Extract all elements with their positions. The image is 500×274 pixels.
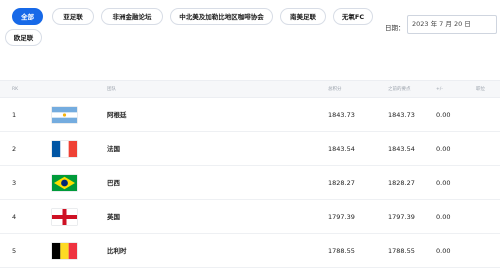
table-row[interactable]: 4 英国 1797.39 1797.39 0.00 <box>0 200 500 234</box>
tab-uefa[interactable]: 欧足联 <box>5 29 42 46</box>
points-cell: 1828.27 <box>328 179 355 187</box>
brazil-flag-icon <box>52 175 77 191</box>
team-name[interactable]: 比利时 <box>107 234 127 268</box>
belgium-flag-icon <box>52 243 77 259</box>
points-cell: 1843.54 <box>328 145 355 153</box>
france-flag-icon <box>52 141 77 157</box>
header-team: 团队 <box>107 87 116 92</box>
team-name[interactable]: 法国 <box>107 132 120 166</box>
header-rank: RK <box>12 87 19 92</box>
date-label: 日期： <box>385 24 405 32</box>
rank-cell: 5 <box>12 247 17 255</box>
points-cell: 1788.55 <box>328 247 355 255</box>
change-cell: 0.00 <box>436 145 451 153</box>
tab-all[interactable]: 全部 <box>12 8 43 25</box>
tab-conmebol[interactable]: 南美足联 <box>280 8 326 25</box>
rank-cell: 1 <box>12 111 17 119</box>
prev-points-cell: 1797.39 <box>388 213 415 221</box>
table-row[interactable]: 1 阿根廷 1843.73 1843.73 0.00 <box>0 98 500 132</box>
team-name[interactable]: 阿根廷 <box>107 98 127 132</box>
change-cell: 0.00 <box>436 213 451 221</box>
table-header: RK 团队 总积分 之前的要点 +/- 职位 <box>0 80 500 98</box>
prev-points-cell: 1788.55 <box>388 247 415 255</box>
points-cell: 1797.39 <box>328 213 355 221</box>
change-cell: 0.00 <box>436 111 451 119</box>
table-row[interactable]: 2 法国 1843.54 1843.54 0.00 <box>0 132 500 166</box>
tab-concacaf[interactable]: 中北美及加勒比地区咖啡协会 <box>170 8 273 25</box>
table-row[interactable]: 3 巴西 1828.27 1828.27 0.00 <box>0 166 500 200</box>
tab-afc[interactable]: 亚足联 <box>52 8 94 25</box>
header-change: +/- <box>436 87 443 92</box>
rank-cell: 4 <box>12 213 17 221</box>
team-name[interactable]: 巴西 <box>107 166 120 200</box>
team-name[interactable]: 英国 <box>107 200 120 234</box>
header-prev-points: 之前的要点 <box>388 87 411 92</box>
rank-cell: 3 <box>12 179 17 187</box>
table-row[interactable]: 5 比利时 1788.55 1788.55 0.00 <box>0 234 500 268</box>
header-points: 总积分 <box>328 87 342 92</box>
prev-points-cell: 1843.54 <box>388 145 415 153</box>
argentina-flag-icon <box>52 107 77 123</box>
change-cell: 0.00 <box>436 179 451 187</box>
date-picker[interactable]: 2023 年 7 月 20 日 <box>407 15 497 34</box>
points-cell: 1843.73 <box>328 111 355 119</box>
england-flag-icon <box>52 209 77 225</box>
tab-ofc[interactable]: 无氧FC <box>333 8 373 25</box>
change-cell: 0.00 <box>436 247 451 255</box>
prev-points-cell: 1828.27 <box>388 179 415 187</box>
header-position: 职位 <box>476 87 485 92</box>
prev-points-cell: 1843.73 <box>388 111 415 119</box>
tab-caf[interactable]: 非洲金融论坛 <box>101 8 163 25</box>
rank-cell: 2 <box>12 145 17 153</box>
